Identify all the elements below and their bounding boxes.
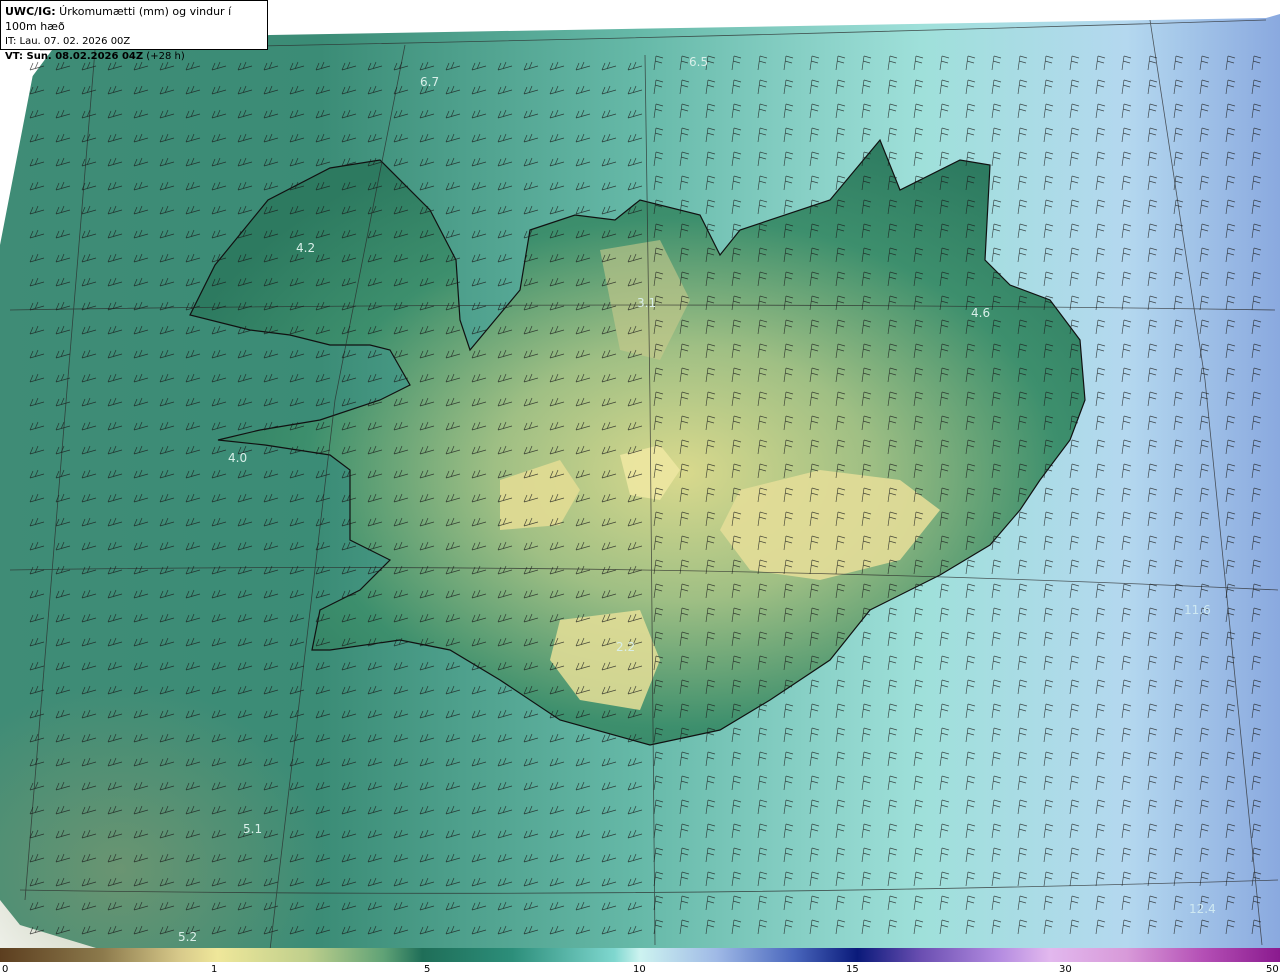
model-name: UWC/IG: (5, 5, 56, 18)
colorbar-tick: 15 (846, 964, 859, 975)
map-value-label: 12.4 (1189, 902, 1216, 916)
map-value-label: 5.1 (243, 822, 263, 836)
colorbar-strip (0, 948, 1280, 962)
colorbar-tick: 1 (211, 964, 218, 975)
map-header: UWC/IG: Úrkomumætti (mm) og vindur í 100… (0, 0, 268, 62)
map-value-label: 2.2 (616, 640, 636, 654)
colorbar-tick: 30 (1059, 964, 1072, 975)
colorbar: 0 1 5 10 15 30 50 (0, 948, 1280, 978)
map-value-label: 6.5 (689, 55, 709, 69)
valid-time: VT: Sun. 08.02.2026 04Z (5, 51, 144, 62)
map-value-label: 5.2 (178, 930, 198, 944)
map-value-label: 3.1 (637, 296, 657, 310)
forecast-offset: (+28 h) (143, 51, 185, 62)
map-value-label: 4.0 (228, 451, 248, 465)
map-value-label: 6.7 (420, 75, 440, 89)
map-canvas (0, 0, 1280, 948)
colorbar-tick: 50 (1266, 964, 1279, 975)
map-value-label: 11.6 (1184, 603, 1211, 617)
colorbar-tick: 0 (2, 964, 9, 975)
map-value-label: 4.6 (971, 306, 991, 320)
initial-time: IT: Lau. 07. 02. 2026 00Z (5, 36, 131, 47)
colorbar-tick: 10 (633, 964, 646, 975)
map-value-label: 4.2 (296, 241, 316, 255)
colorbar-tick: 5 (424, 964, 431, 975)
